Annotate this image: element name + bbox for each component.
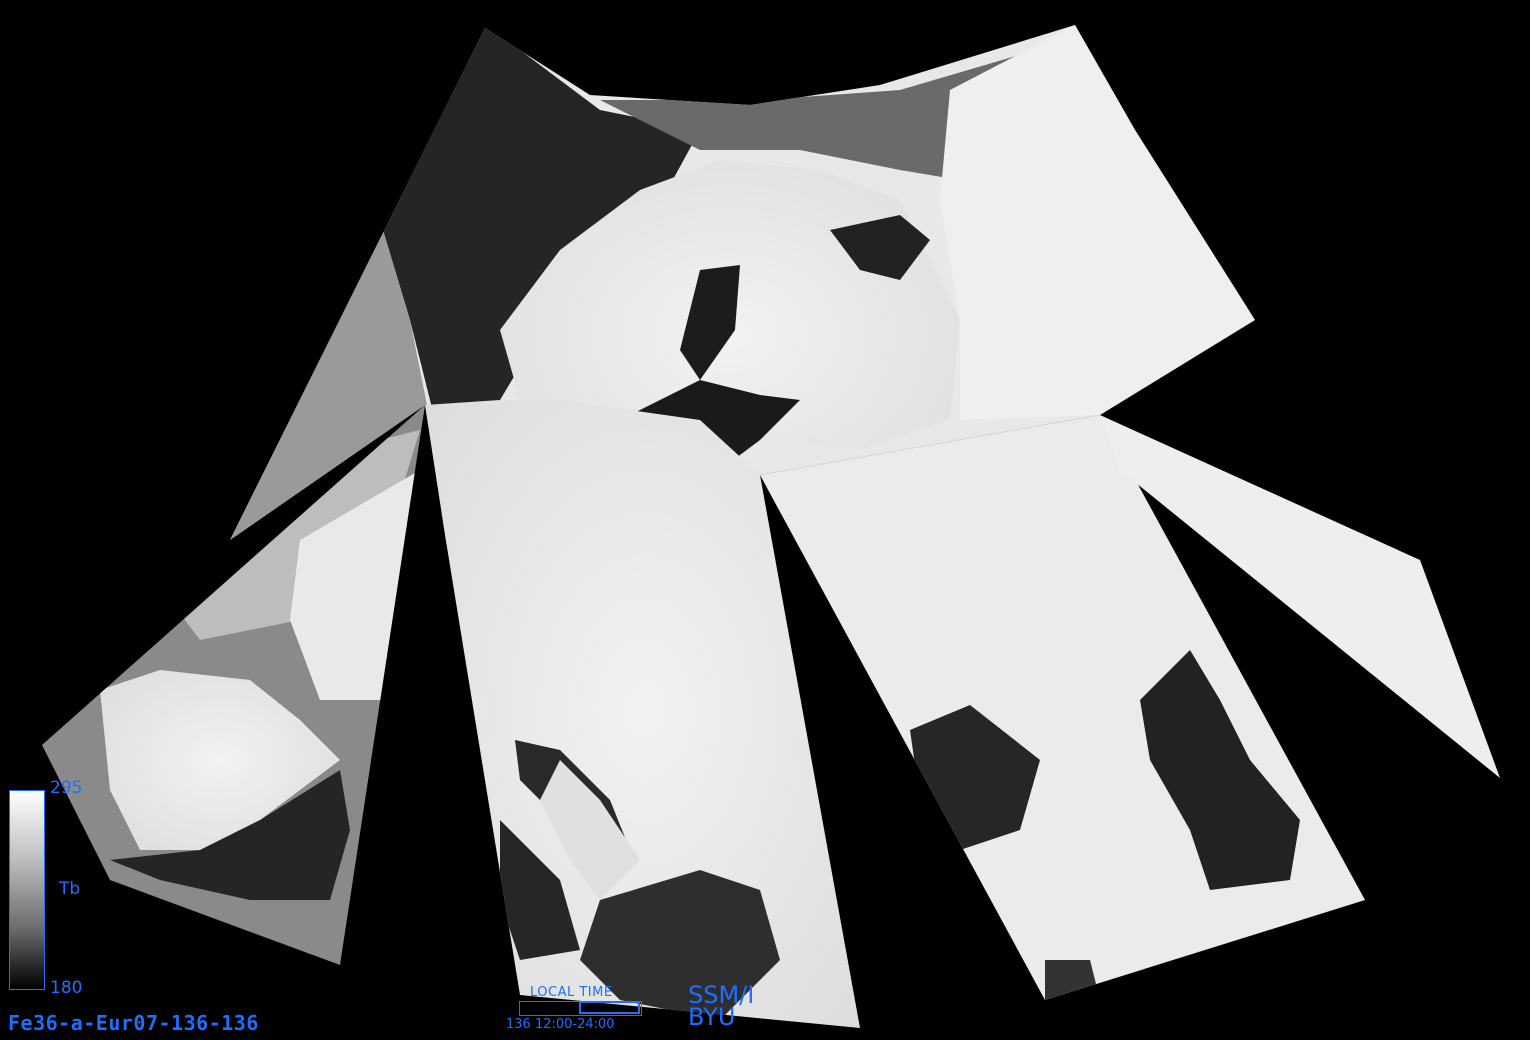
local-time-title: LOCAL TIME	[530, 985, 613, 1000]
russia-north	[940, 25, 1255, 420]
swath-west	[42, 405, 425, 965]
satellite-brightness-map	[42, 25, 1500, 1028]
colorbar-gradient	[9, 790, 45, 990]
colorbar-max-label: 295	[50, 778, 83, 798]
file-id-label: Fe36-a-Eur07-136-136	[8, 1011, 259, 1035]
sensor-org: BYU	[688, 1003, 736, 1031]
local-time-range: 136 12:00-24:00	[506, 1017, 615, 1032]
sensor-label: SSM/I BYU	[688, 983, 754, 1031]
local-time-highlight	[579, 1001, 640, 1014]
colorbar-min-label: 180	[50, 978, 83, 998]
colorbar-unit-label: Tb	[59, 879, 81, 899]
